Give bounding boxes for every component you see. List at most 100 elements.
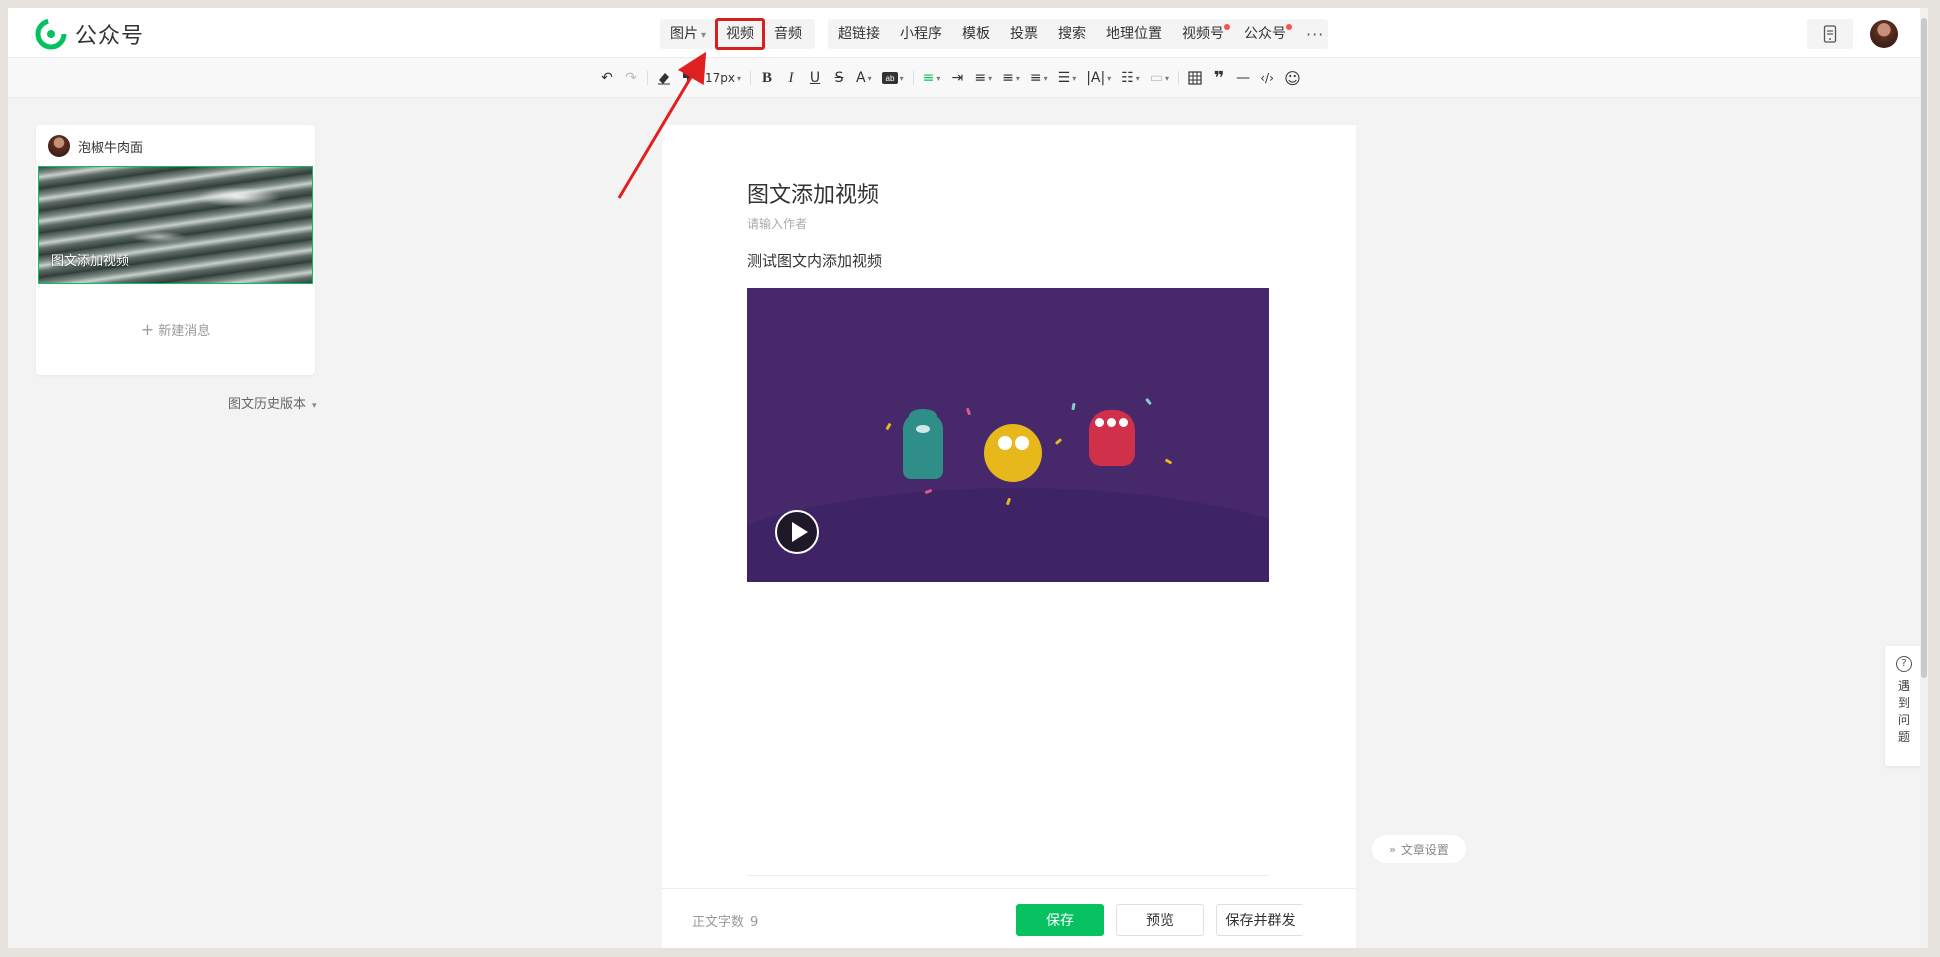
article-thumbnail[interactable]: 图文添加视频	[38, 166, 313, 284]
play-icon[interactable]	[775, 510, 819, 554]
toolbar-divider	[647, 71, 648, 85]
format-painter-icon[interactable]	[677, 66, 699, 90]
page-scrollbar[interactable]	[1920, 8, 1928, 948]
history-versions-dropdown[interactable]: 图文历史版本 ▾	[228, 393, 317, 412]
word-count-label: 正文字数	[692, 915, 745, 930]
new-message-button[interactable]: + 新建消息	[36, 320, 315, 339]
confetti	[1164, 458, 1173, 465]
wechat-official-logo-icon	[35, 18, 67, 50]
new-message-label: 新建消息	[158, 324, 211, 339]
insert-image-label: 图片	[670, 26, 698, 42]
toolbar-divider	[912, 71, 914, 85]
article-title-input[interactable]: 图文添加视频	[747, 177, 879, 209]
article-settings-button[interactable]: » 文章设置	[1372, 835, 1466, 863]
video-thumbnail-character	[1089, 410, 1135, 466]
save-and-send-button[interactable]: 保存并群发	[1216, 904, 1304, 936]
article-editor: 图文添加视频 请输入作者 测试图文内添加视频	[662, 125, 1356, 948]
video-thumbnail-character	[984, 424, 1042, 482]
confetti	[1054, 438, 1063, 445]
word-count-value: 9	[750, 915, 759, 930]
confetti	[1071, 402, 1076, 411]
video-embed[interactable]	[747, 288, 1269, 582]
confetti	[1145, 397, 1152, 406]
article-thumbnail-title: 图文添加视频	[51, 254, 130, 269]
insert-vote-button[interactable]: 投票	[1000, 19, 1048, 49]
history-label: 图文历史版本	[228, 397, 307, 412]
account-header: 泡椒牛肉面	[48, 135, 143, 157]
ordered-list-icon[interactable]: ▭ ▾	[1146, 66, 1173, 90]
insert-official-account-button[interactable]: 公众号	[1234, 19, 1296, 49]
confetti	[885, 422, 892, 431]
list-icon[interactable]: ☷ ▾	[1117, 66, 1144, 90]
more-icon[interactable]: ···	[1296, 25, 1334, 44]
insert-channels-button[interactable]: 视频号	[1172, 19, 1234, 49]
user-avatar[interactable]	[1870, 20, 1898, 48]
font-size-value: 17px	[705, 71, 735, 85]
paragraph-spacing-after-icon[interactable]: ≡ ▾	[1026, 66, 1052, 90]
italic-icon[interactable]: I	[780, 66, 802, 90]
app-name: 公众号	[75, 24, 145, 49]
indent-icon[interactable]: ⇥	[946, 66, 968, 90]
redo-icon[interactable]: ↷	[620, 66, 642, 90]
align-icon[interactable]: ≡ ▾	[919, 66, 945, 90]
font-color-icon[interactable]: A ▾	[852, 66, 876, 90]
mobile-preview-button[interactable]	[1807, 19, 1853, 49]
insert-video-label: 视频	[726, 26, 755, 42]
logo[interactable]: 公众号	[35, 18, 144, 50]
insert-channels-label: 视频号	[1182, 26, 1224, 42]
format-toolbar: ↶ ↷ 17px ▾ B I U S A ▾ ab ▾ ≡ ▾ ⇥ ≡ ▾ ≡ …	[8, 58, 1928, 98]
insert-template-button[interactable]: 模板	[952, 19, 1000, 49]
save-button[interactable]: 保存	[1016, 904, 1104, 936]
editor-divider	[747, 875, 1269, 876]
undo-icon[interactable]: ↶	[596, 66, 618, 90]
strikethrough-icon[interactable]: S	[828, 66, 850, 90]
bold-icon[interactable]: B	[756, 66, 778, 90]
insert-audio-label: 音频	[774, 26, 803, 42]
insert-image-button[interactable]: 图片 ▾	[660, 19, 716, 49]
author-input[interactable]: 请输入作者	[747, 215, 807, 232]
top-bar: 公众号 图片▾ 视频 音频 超链接 小程序 模板 投票 搜索 地理位置 视频号	[8, 8, 1928, 58]
chevron-double-down-icon: »	[1389, 842, 1396, 856]
underline-icon[interactable]: U	[804, 66, 826, 90]
chevron-down-icon: ▾	[312, 401, 317, 411]
insert-location-button[interactable]: 地理位置	[1096, 19, 1172, 49]
chevron-down-icon: ▾	[737, 73, 742, 83]
help-label: 遇到问题	[1897, 679, 1910, 744]
confetti	[965, 407, 972, 416]
insert-search-button[interactable]: 搜索	[1048, 19, 1096, 49]
background-color-icon[interactable]: ab ▾	[878, 66, 908, 90]
insert-audio-button[interactable]: 音频	[764, 19, 812, 49]
account-name: 泡椒牛肉面	[78, 140, 144, 156]
article-settings-label: 文章设置	[1400, 842, 1449, 857]
help-panel-button[interactable]: ? 遇到问题	[1885, 646, 1923, 766]
clear-format-icon[interactable]	[653, 66, 675, 90]
insert-video-button[interactable]: 视频	[715, 18, 766, 50]
letter-spacing-icon[interactable]: |A| ▾	[1082, 66, 1115, 90]
article-body-text[interactable]: 测试图文内添加视频	[747, 250, 882, 271]
video-thumbnail-character	[903, 409, 943, 479]
phone-icon	[1823, 25, 1837, 43]
line-height-icon[interactable]: ☰ ▾	[1054, 66, 1081, 90]
chevron-down-icon: ▾	[701, 30, 707, 41]
toolbar-divider	[750, 71, 752, 85]
word-count: 正文字数 9	[692, 911, 758, 930]
article-list-card: 泡椒牛肉面 图文添加视频 + 新建消息	[36, 125, 315, 375]
svg-text:ab: ab	[885, 74, 894, 83]
emoji-icon[interactable]: ☺	[1280, 66, 1305, 90]
code-icon[interactable]: ‹/›	[1256, 66, 1278, 90]
scrollbar-thumb[interactable]	[1921, 18, 1927, 678]
notification-dot	[1286, 24, 1292, 30]
table-icon[interactable]	[1184, 66, 1206, 90]
insert-miniprogram-button[interactable]: 小程序	[890, 19, 952, 49]
insert-other-group: 超链接 小程序 模板 投票 搜索 地理位置 视频号 公众号 ···	[828, 19, 1328, 49]
insert-hyperlink-button[interactable]: 超链接	[828, 19, 890, 49]
preview-button[interactable]: 预览	[1116, 904, 1204, 936]
account-avatar	[48, 135, 70, 157]
paragraph-spacing-before-icon[interactable]: ≡ ▾	[998, 66, 1024, 90]
quote-icon[interactable]: ❞	[1208, 66, 1230, 90]
font-size-select[interactable]: 17px ▾	[701, 66, 745, 90]
toolbar-divider	[1178, 71, 1180, 85]
divider-line-icon[interactable]: —	[1232, 66, 1254, 90]
app-window: 公众号 图片▾ 视频 音频 超链接 小程序 模板 投票 搜索 地理位置 视频号	[8, 8, 1928, 948]
align-center-icon[interactable]: ≡ ▾	[970, 66, 996, 90]
